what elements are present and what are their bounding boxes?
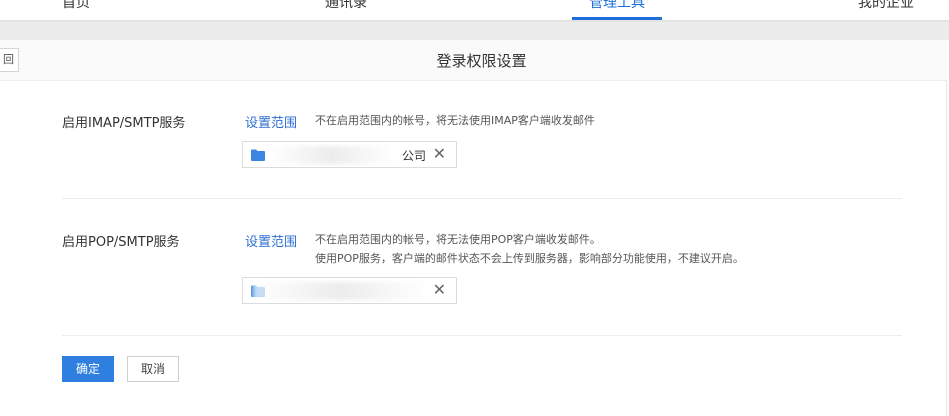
panel-header: 回 登录权限设置 [0, 40, 947, 81]
imap-set-scope-link[interactable]: 设置范围 [245, 112, 297, 131]
nav-item-my-company[interactable]: 我的企业 [858, 0, 914, 12]
login-permission-panel: 回 登录权限设置 启用IMAP/SMTP服务 设置范围 不在启用范围内的帐号，将… [0, 40, 947, 416]
pop-set-scope-link[interactable]: 设置范围 [245, 231, 297, 250]
confirm-button[interactable]: 确定 [62, 356, 114, 382]
redacted-org-name [269, 146, 394, 164]
nav-item-admin-tools[interactable]: 管理工具 [589, 0, 645, 12]
active-tab-indicator [572, 17, 662, 20]
section-divider [62, 198, 902, 199]
nav-item-home[interactable]: 首页 [62, 0, 90, 12]
pop-note-line-2: 使用POP服务，客户端的邮件状态不会上传到服务器，影响部分功能使用，不建议开启。 [315, 252, 744, 265]
top-nav: 首页 通讯录 管理工具 我的企业 [0, 0, 949, 20]
folder-icon [251, 149, 265, 161]
close-icon[interactable]: ✕ [433, 145, 446, 163]
cancel-button[interactable]: 取消 [127, 356, 179, 382]
redacted-org-name [253, 282, 428, 300]
page-background-band [0, 20, 949, 40]
page-title: 登录权限设置 [436, 52, 527, 70]
imap-scope-tag: 公司 ✕ [242, 141, 457, 168]
imap-note: 不在启用范围内的帐号，将无法使用IMAP客户端收发邮件 [315, 114, 595, 127]
imap-smtp-label: 启用IMAP/SMTP服务 [62, 116, 186, 131]
imap-tag-label: 公司 [402, 149, 427, 163]
pop-note-line-1: 不在启用范围内的帐号，将无法使用POP客户端收发邮件。 [315, 233, 601, 246]
pop-scope-tag: ✕ [242, 277, 457, 304]
nav-item-contacts[interactable]: 通讯录 [325, 0, 367, 12]
pop-smtp-label: 启用POP/SMTP服务 [62, 235, 180, 250]
section-divider [62, 335, 902, 336]
close-icon[interactable]: ✕ [433, 281, 446, 299]
